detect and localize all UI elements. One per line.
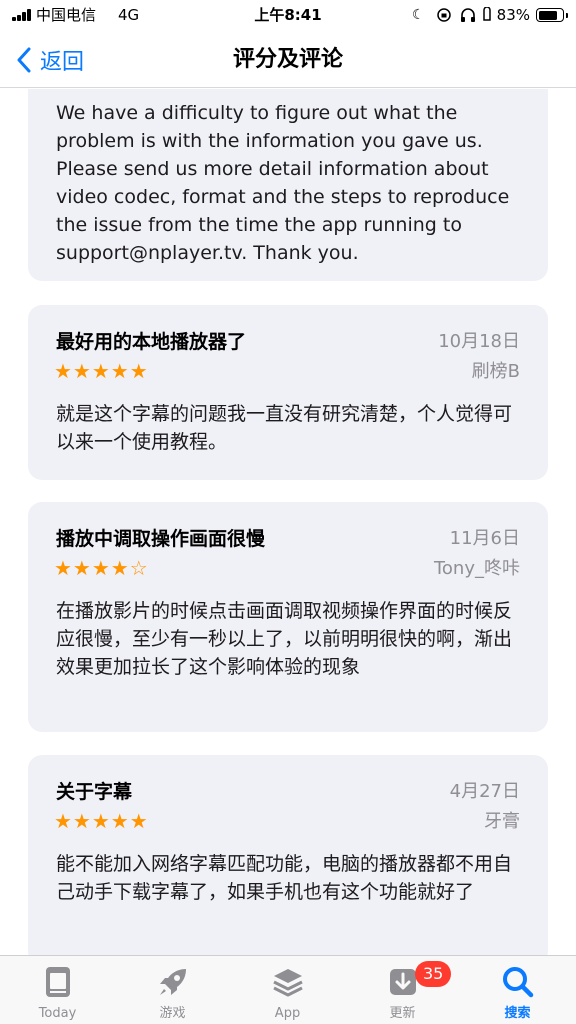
rocket-icon: [115, 965, 230, 1001]
reviews-scroll-area[interactable]: We have a difficulty to figure out what …: [0, 89, 576, 955]
headphones-icon: [460, 7, 476, 27]
tab-label: 游戏: [159, 1006, 186, 1021]
tab-label: Today: [38, 1006, 77, 1021]
review-card[interactable]: 播放中调取操作画面很慢 11月6日 ★★★★☆ Tony_咚咔 在播放影片的时候…: [28, 502, 548, 732]
review-card[interactable]: 关于字幕 4月27日 ★★★★★ 牙膏 能不能加入网络字幕匹配功能，电脑的播放器…: [28, 755, 548, 955]
review-title: 关于字幕: [56, 781, 133, 803]
review-body: 就是这个字幕的问题我一直没有研究清楚，个人觉得可以来一个使用教程。: [56, 403, 513, 453]
orientation-lock-icon: [436, 7, 452, 27]
star-rating: ★★★★★: [54, 359, 149, 383]
status-bar: 中国电信 4G 上午8:41 ☾ 83%: [0, 0, 576, 32]
star-rating: ★★★★☆: [54, 556, 149, 580]
review-author: 刷榜B: [471, 361, 520, 382]
battery-percent: 83%: [496, 6, 530, 24]
battery-icon: [536, 8, 568, 22]
review-card[interactable]: 最好用的本地播放器了 10月18日 ★★★★★ 刷榜B 就是这个字幕的问题我一直…: [28, 305, 548, 480]
tab-games[interactable]: 游戏: [115, 956, 230, 1024]
review-body: 在播放影片的时候点击画面调取视频操作界面的时候反应很慢，至少有一秒以上了，以前明…: [56, 600, 513, 678]
tab-label: App: [274, 1006, 301, 1021]
star-rating: ★★★★★: [54, 809, 149, 833]
alarm-icon: [481, 6, 493, 27]
review-date: 11月6日: [449, 528, 520, 549]
tab-label: 更新: [389, 1006, 416, 1021]
tab-bar: Today 游戏 App 更新 搜索 35: [0, 955, 576, 1024]
search-icon: [460, 965, 575, 1001]
tab-apps[interactable]: App: [230, 956, 345, 1024]
today-icon: [0, 965, 115, 1001]
tab-label: 搜索: [504, 1006, 531, 1021]
tab-search[interactable]: 搜索: [460, 956, 575, 1024]
review-author: Tony_咚咔: [433, 558, 520, 579]
developer-reply-text: We have a difficulty to figure out what …: [56, 102, 510, 264]
moon-icon: ☾: [412, 7, 425, 23]
updates-badge: 35: [415, 961, 452, 987]
tab-today[interactable]: Today: [0, 956, 115, 1024]
review-title: 最好用的本地播放器了: [56, 331, 247, 353]
review-date: 10月18日: [438, 331, 520, 352]
review-date: 4月27日: [449, 781, 520, 802]
review-author: 牙膏: [484, 811, 520, 832]
review-body: 能不能加入网络字幕匹配功能，电脑的播放器都不用自己动手下载字幕了，如果手机也有这…: [56, 853, 513, 903]
app-stack-icon: [230, 965, 345, 1001]
review-title: 播放中调取操作画面很慢: [56, 528, 266, 550]
developer-reply-card: We have a difficulty to figure out what …: [28, 89, 548, 281]
page-title: 评分及评论: [232, 47, 343, 72]
navigation-bar: 返回 评分及评论: [0, 32, 576, 88]
